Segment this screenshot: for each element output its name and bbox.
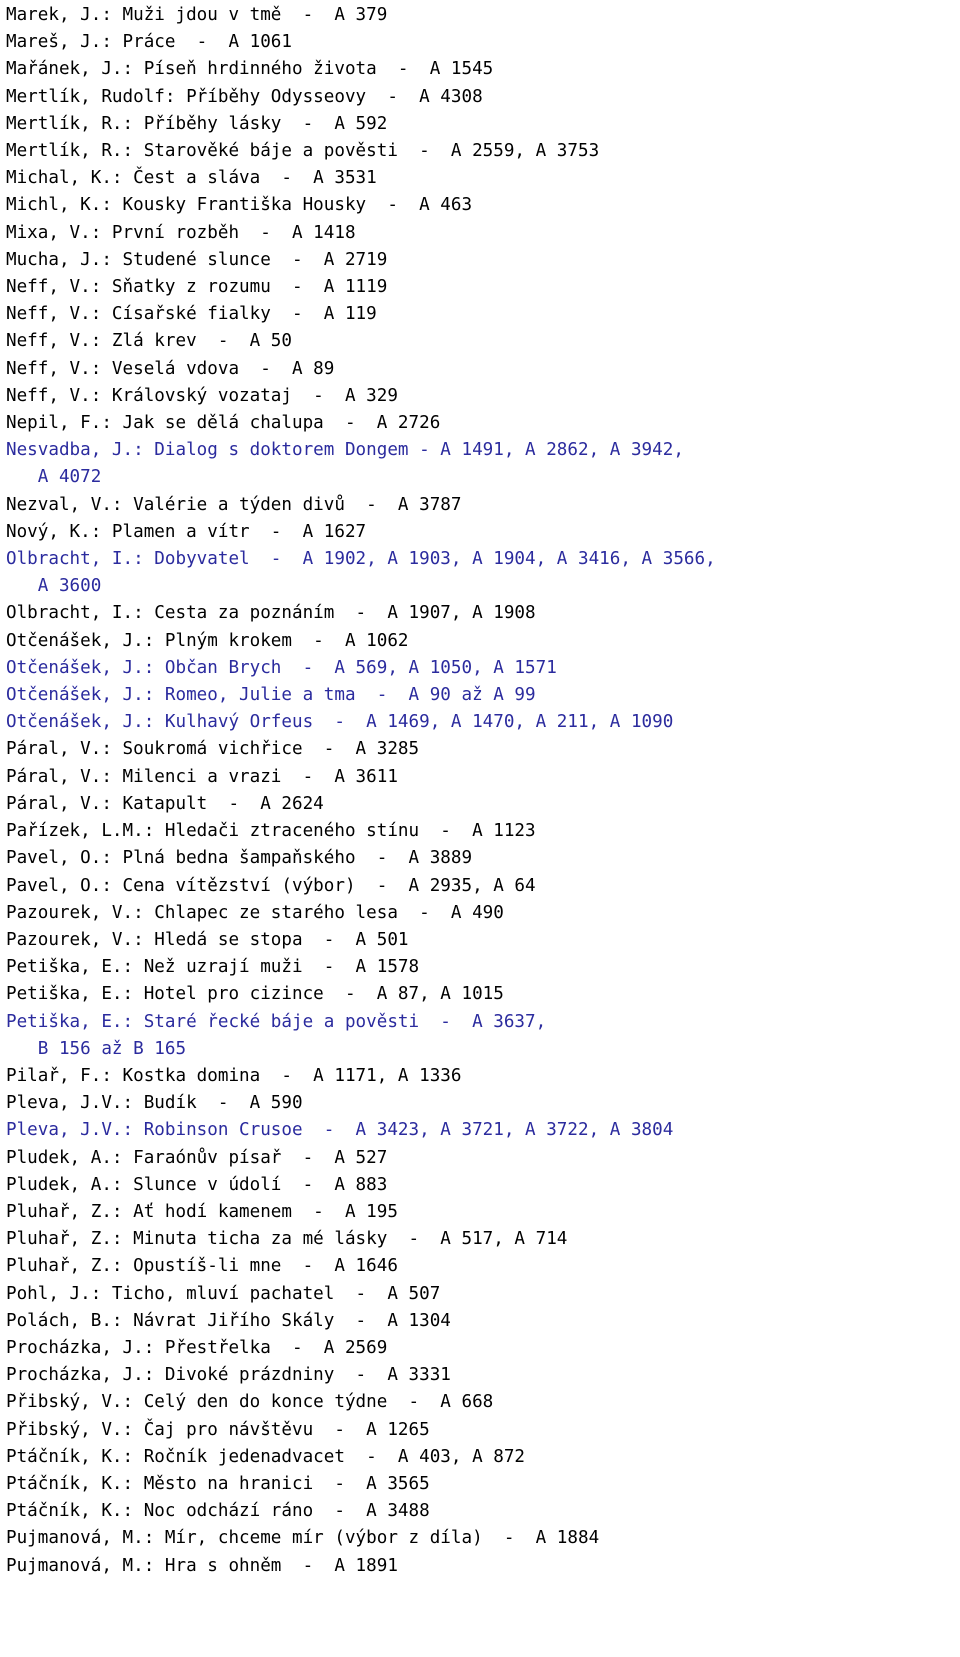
catalog-entry: Páral, V.: Milenci a vrazi - A 3611 (6, 766, 398, 787)
catalog-entry: Pluhař, Z.: Opustíš-li mne - A 1646 (6, 1256, 398, 1277)
catalog-entry: Páral, V.: Soukromá vichřice - A 3285 (6, 739, 420, 760)
catalog-entry: Přibský, V.: Celý den do konce týdne - A… (6, 1392, 494, 1413)
catalog-entry: Pavel, O.: Cena vítězství (výbor) - A 29… (6, 875, 536, 896)
catalog-entry: Mertlík, Rudolf: Příběhy Odysseovy - A 4… (6, 86, 483, 107)
catalog-entry: Pleva, J.V.: Budík - A 590 (6, 1093, 303, 1114)
catalog-listing: Marek, J.: Muži jdou v tmě - A 379 Mareš,… (0, 0, 960, 1580)
catalog-entry: Pazourek, V.: Hledá se stopa - A 501 (6, 929, 409, 950)
catalog-entry: Nový, K.: Plamen a vítr - A 1627 (6, 521, 367, 542)
catalog-entry: Neff, V.: Veselá vdova - A 89 (6, 358, 335, 379)
catalog-entry: Polách, B.: Návrat Jiřího Skály - A 1304 (6, 1310, 451, 1331)
catalog-entry-link[interactable]: Otčenášek, J.: Občan Brych - A 569, A 10… (6, 655, 960, 682)
catalog-entry: Neff, V.: Královský vozataj - A 329 (6, 385, 398, 406)
catalog-entry-continuation[interactable]: A 3600 (6, 573, 960, 600)
catalog-entry-link[interactable]: Pleva, J.V.: Robinson Crusoe - A 3423, A… (6, 1117, 960, 1144)
catalog-entry: Ptáčník, K.: Noc odchází ráno - A 3488 (6, 1501, 430, 1522)
catalog-entry-link[interactable]: Otčenášek, J.: Romeo, Julie a tma - A 90… (6, 682, 960, 709)
catalog-entry: Pařízek, L.M.: Hledači ztraceného stínu … (6, 821, 536, 842)
catalog-entry: Mertlík, R.: Příběhy lásky - A 592 (6, 113, 388, 134)
catalog-entry-link[interactable]: Otčenášek, J.: Kulhavý Orfeus - A 1469, … (6, 709, 960, 736)
catalog-entry: Procházka, J.: Divoké prázdniny - A 3331 (6, 1365, 451, 1386)
catalog-entry: Páral, V.: Katapult - A 2624 (6, 793, 324, 814)
catalog-entry: Mucha, J.: Studené slunce - A 2719 (6, 249, 388, 270)
catalog-entry: Olbracht, I.: Cesta za poznáním - A 1907… (6, 603, 536, 624)
catalog-entry: Michl, K.: Kousky Františka Housky - A 4… (6, 195, 473, 216)
catalog-entry: Nepil, F.: Jak se dělá chalupa - A 2726 (6, 413, 441, 434)
catalog-entry: Neff, V.: Císařské fialky - A 119 (6, 304, 377, 325)
catalog-entry: Procházka, J.: Přestřelka - A 2569 (6, 1337, 388, 1358)
catalog-entry: Petiška, E.: Hotel pro cizince - A 87, A… (6, 984, 504, 1005)
catalog-entry: Otčenášek, J.: Plným krokem - A 1062 (6, 630, 409, 651)
catalog-entry: Pilař, F.: Kostka domina - A 1171, A 133… (6, 1065, 462, 1086)
catalog-entry: Ptáčník, K.: Ročník jedenadvacet - A 403… (6, 1446, 526, 1467)
catalog-entry: Mertlík, R.: Starověké báje a pověsti - … (6, 141, 600, 162)
catalog-entry-link[interactable]: Nesvadba, J.: Dialog s doktorem Dongem -… (6, 437, 960, 491)
catalog-entry: Marek, J.: Muži jdou v tmě - A 379 (6, 5, 388, 25)
catalog-entry: Pujmanová, M.: Mír, chceme mír (výbor z … (6, 1528, 600, 1549)
catalog-entry: Pluhař, Z.: Ať hodí kamenem - A 195 (6, 1201, 398, 1222)
catalog-entry: Pluhař, Z.: Minuta ticha za mé lásky - A… (6, 1229, 568, 1250)
catalog-entry: Neff, V.: Zlá krev - A 50 (6, 331, 292, 352)
catalog-entry: Pujmanová, M.: Hra s ohněm - A 1891 (6, 1555, 398, 1576)
catalog-entry: Pohl, J.: Ticho, mluví pachatel - A 507 (6, 1283, 441, 1304)
catalog-entry: Pavel, O.: Plná bedna šampaňského - A 38… (6, 848, 473, 869)
catalog-entry: Nezval, V.: Valérie a týden divů - A 378… (6, 494, 462, 515)
catalog-entry: Neff, V.: Sňatky z rozumu - A 1119 (6, 277, 388, 298)
catalog-entry: Mareš, J.: Práce - A 1061 (6, 32, 292, 53)
catalog-entry: Michal, K.: Čest a sláva - A 3531 (6, 168, 377, 189)
catalog-entry: Ptáčník, K.: Město na hranici - A 3565 (6, 1473, 430, 1494)
catalog-entry: Mařánek, J.: Píseň hrdinného života - A … (6, 59, 494, 80)
catalog-entry: Petiška, E.: Než uzrají muži - A 1578 (6, 957, 420, 978)
catalog-entry: Přibský, V.: Čaj pro návštěvu - A 1265 (6, 1419, 430, 1440)
catalog-entry-link[interactable]: Olbracht, I.: Dobyvatel - A 1902, A 1903… (6, 546, 960, 600)
catalog-entry: Pludek, A.: Faraónův písař - A 527 (6, 1147, 388, 1168)
catalog-entry-link[interactable]: Petiška, E.: Staré řecké báje a pověsti … (6, 1009, 960, 1063)
catalog-entry-continuation[interactable]: B 156 až B 165 (6, 1036, 960, 1063)
catalog-entry: Mixa, V.: První rozběh - A 1418 (6, 222, 356, 243)
catalog-entry: Pludek, A.: Slunce v údolí - A 883 (6, 1174, 388, 1195)
catalog-entry-continuation[interactable]: A 4072 (6, 464, 960, 491)
catalog-entry: Pazourek, V.: Chlapec ze starého lesa - … (6, 902, 504, 923)
